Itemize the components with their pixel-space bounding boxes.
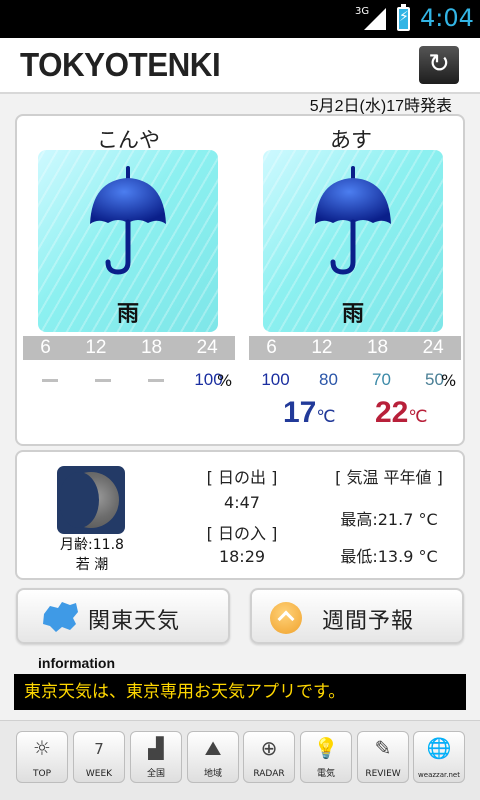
temp-unit: ℃: [408, 407, 428, 426]
sunrise-label: [ 日の出 ]: [206, 468, 278, 487]
tomorrow-weather-tile[interactable]: 雨: [263, 150, 443, 332]
pencil-icon: ✎: [374, 736, 392, 760]
region-map-icon: ⛰: [204, 736, 222, 760]
radar-icon: ⊕: [260, 736, 278, 760]
today-weather-tile[interactable]: 雨: [38, 150, 218, 332]
hour-label: 18: [366, 337, 389, 358]
map-icon: [43, 602, 78, 632]
nav-top[interactable]: ☼ TOP: [16, 731, 68, 783]
today-hours: 6 12 18 24: [23, 336, 235, 360]
hour-label: 18: [140, 337, 163, 358]
nav-region[interactable]: ⛰ 地域: [187, 731, 239, 783]
moon-age: 月齢:11.8: [60, 537, 124, 553]
tomorrow-weather: 雨: [341, 302, 364, 327]
today-weather: 雨: [116, 302, 139, 327]
pop-none: [23, 370, 76, 391]
weekly-forecast-button[interactable]: 週間予報: [250, 588, 464, 644]
nav-label: RADAR: [253, 769, 285, 779]
sunrise-time: 4:47: [224, 493, 260, 512]
hour-label: 24: [422, 337, 444, 358]
weekly-forecast-label: 週間予報: [322, 609, 415, 634]
nav-label: 全国: [146, 769, 165, 779]
refresh-button[interactable]: ↻: [419, 46, 459, 84]
hour-label: 12: [311, 337, 333, 358]
nav-weazzar[interactable]: 🌐 weazzar.net: [413, 731, 465, 783]
pop-value: 70: [372, 370, 391, 389]
moon-name: 若 潮: [75, 557, 109, 573]
min-temp: 17℃: [283, 396, 335, 430]
nav-national[interactable]: ▟ 全国: [130, 731, 182, 783]
hour-label: 12: [85, 337, 107, 358]
app-title: TOKYOTENKI: [20, 46, 221, 83]
status-bar: 3G ⚡ 4:04: [0, 0, 480, 38]
app-header: TOKYOTENKI ↻: [0, 38, 480, 94]
pop-value: 100: [261, 370, 290, 389]
lightbulb-icon: 💡: [313, 736, 339, 760]
globe-icon: 🌐: [426, 736, 452, 760]
max-temp: 22℃: [375, 396, 427, 430]
min-temp-value: 17: [283, 396, 317, 429]
nav-label: weazzar.net: [418, 771, 460, 779]
umbrella-icon: [315, 166, 391, 275]
nav-label: REVIEW: [365, 769, 401, 779]
kanto-weather-label: 関東天気: [88, 609, 181, 634]
pop-none: [129, 370, 182, 391]
kanto-weather-button[interactable]: 関東天気: [16, 588, 230, 644]
pop-unit: %: [217, 371, 233, 390]
nav-label: 地域: [203, 769, 222, 779]
tomorrow-pop-row: 100 80 70 50: [249, 367, 461, 393]
hour-label: 6: [40, 337, 51, 358]
umbrella-icon: [90, 166, 166, 275]
charging-icon: ⚡: [399, 9, 409, 25]
refresh-icon: ↻: [428, 49, 450, 79]
calendar-icon: 7: [94, 740, 104, 758]
status-time: 4:04: [420, 4, 474, 32]
today-pop-row: 100: [23, 367, 235, 393]
pop-none: [76, 370, 129, 391]
nav-label: 電気: [316, 769, 335, 779]
info-label: information: [38, 655, 115, 671]
nav-electricity[interactable]: 💡 電気: [300, 731, 352, 783]
normal-low: 最低:13.9 °C: [340, 547, 438, 566]
hour-label: 24: [196, 337, 218, 358]
pop-value: 80: [319, 370, 338, 389]
info-ticker[interactable]: 東京天気は、東京専用お天気アプリです。: [14, 674, 466, 710]
sunset-time: 18:29: [218, 547, 266, 566]
sun-icon: ☼: [33, 736, 51, 760]
chevron-up-icon: [270, 602, 302, 634]
tomorrow-hours: 6 12 18 24: [249, 336, 461, 360]
nav-review[interactable]: ✎ REVIEW: [357, 731, 409, 783]
nav-label: TOP: [32, 769, 51, 779]
temp-unit: ℃: [316, 407, 336, 426]
moon-icon: [57, 466, 125, 534]
japan-map-icon: ▟: [148, 736, 164, 760]
signal-icon: [364, 8, 386, 30]
sunset-label: [ 日の入 ]: [206, 524, 278, 543]
hour-label: 6: [266, 337, 277, 358]
nav-radar[interactable]: ⊕ RADAR: [243, 731, 295, 783]
forecast-panel: こんや 雨 6 12 18 24 100 % あす 雨 6 12 18 24 1…: [15, 114, 465, 446]
nav-label: WEEK: [85, 769, 113, 779]
nav-week[interactable]: 7 WEEK: [73, 731, 125, 783]
astro-panel: 月齢:11.8 若 潮 [ 日の出 ] 4:47 [ 日の入 ] 18:29 […: [15, 450, 465, 580]
normal-high: 最高:21.7 °C: [340, 510, 438, 529]
pop-unit: %: [441, 371, 457, 390]
issued-time: 5月2日(水)17時発表: [309, 98, 452, 115]
bottom-nav: ☼ TOP 7 WEEK ▟ 全国 ⛰ 地域 ⊕ RADAR 💡 電気 ✎ RE…: [0, 720, 480, 800]
normal-temp-label: [ 気温 平年値 ]: [335, 468, 443, 487]
max-temp-value: 22: [375, 396, 409, 429]
